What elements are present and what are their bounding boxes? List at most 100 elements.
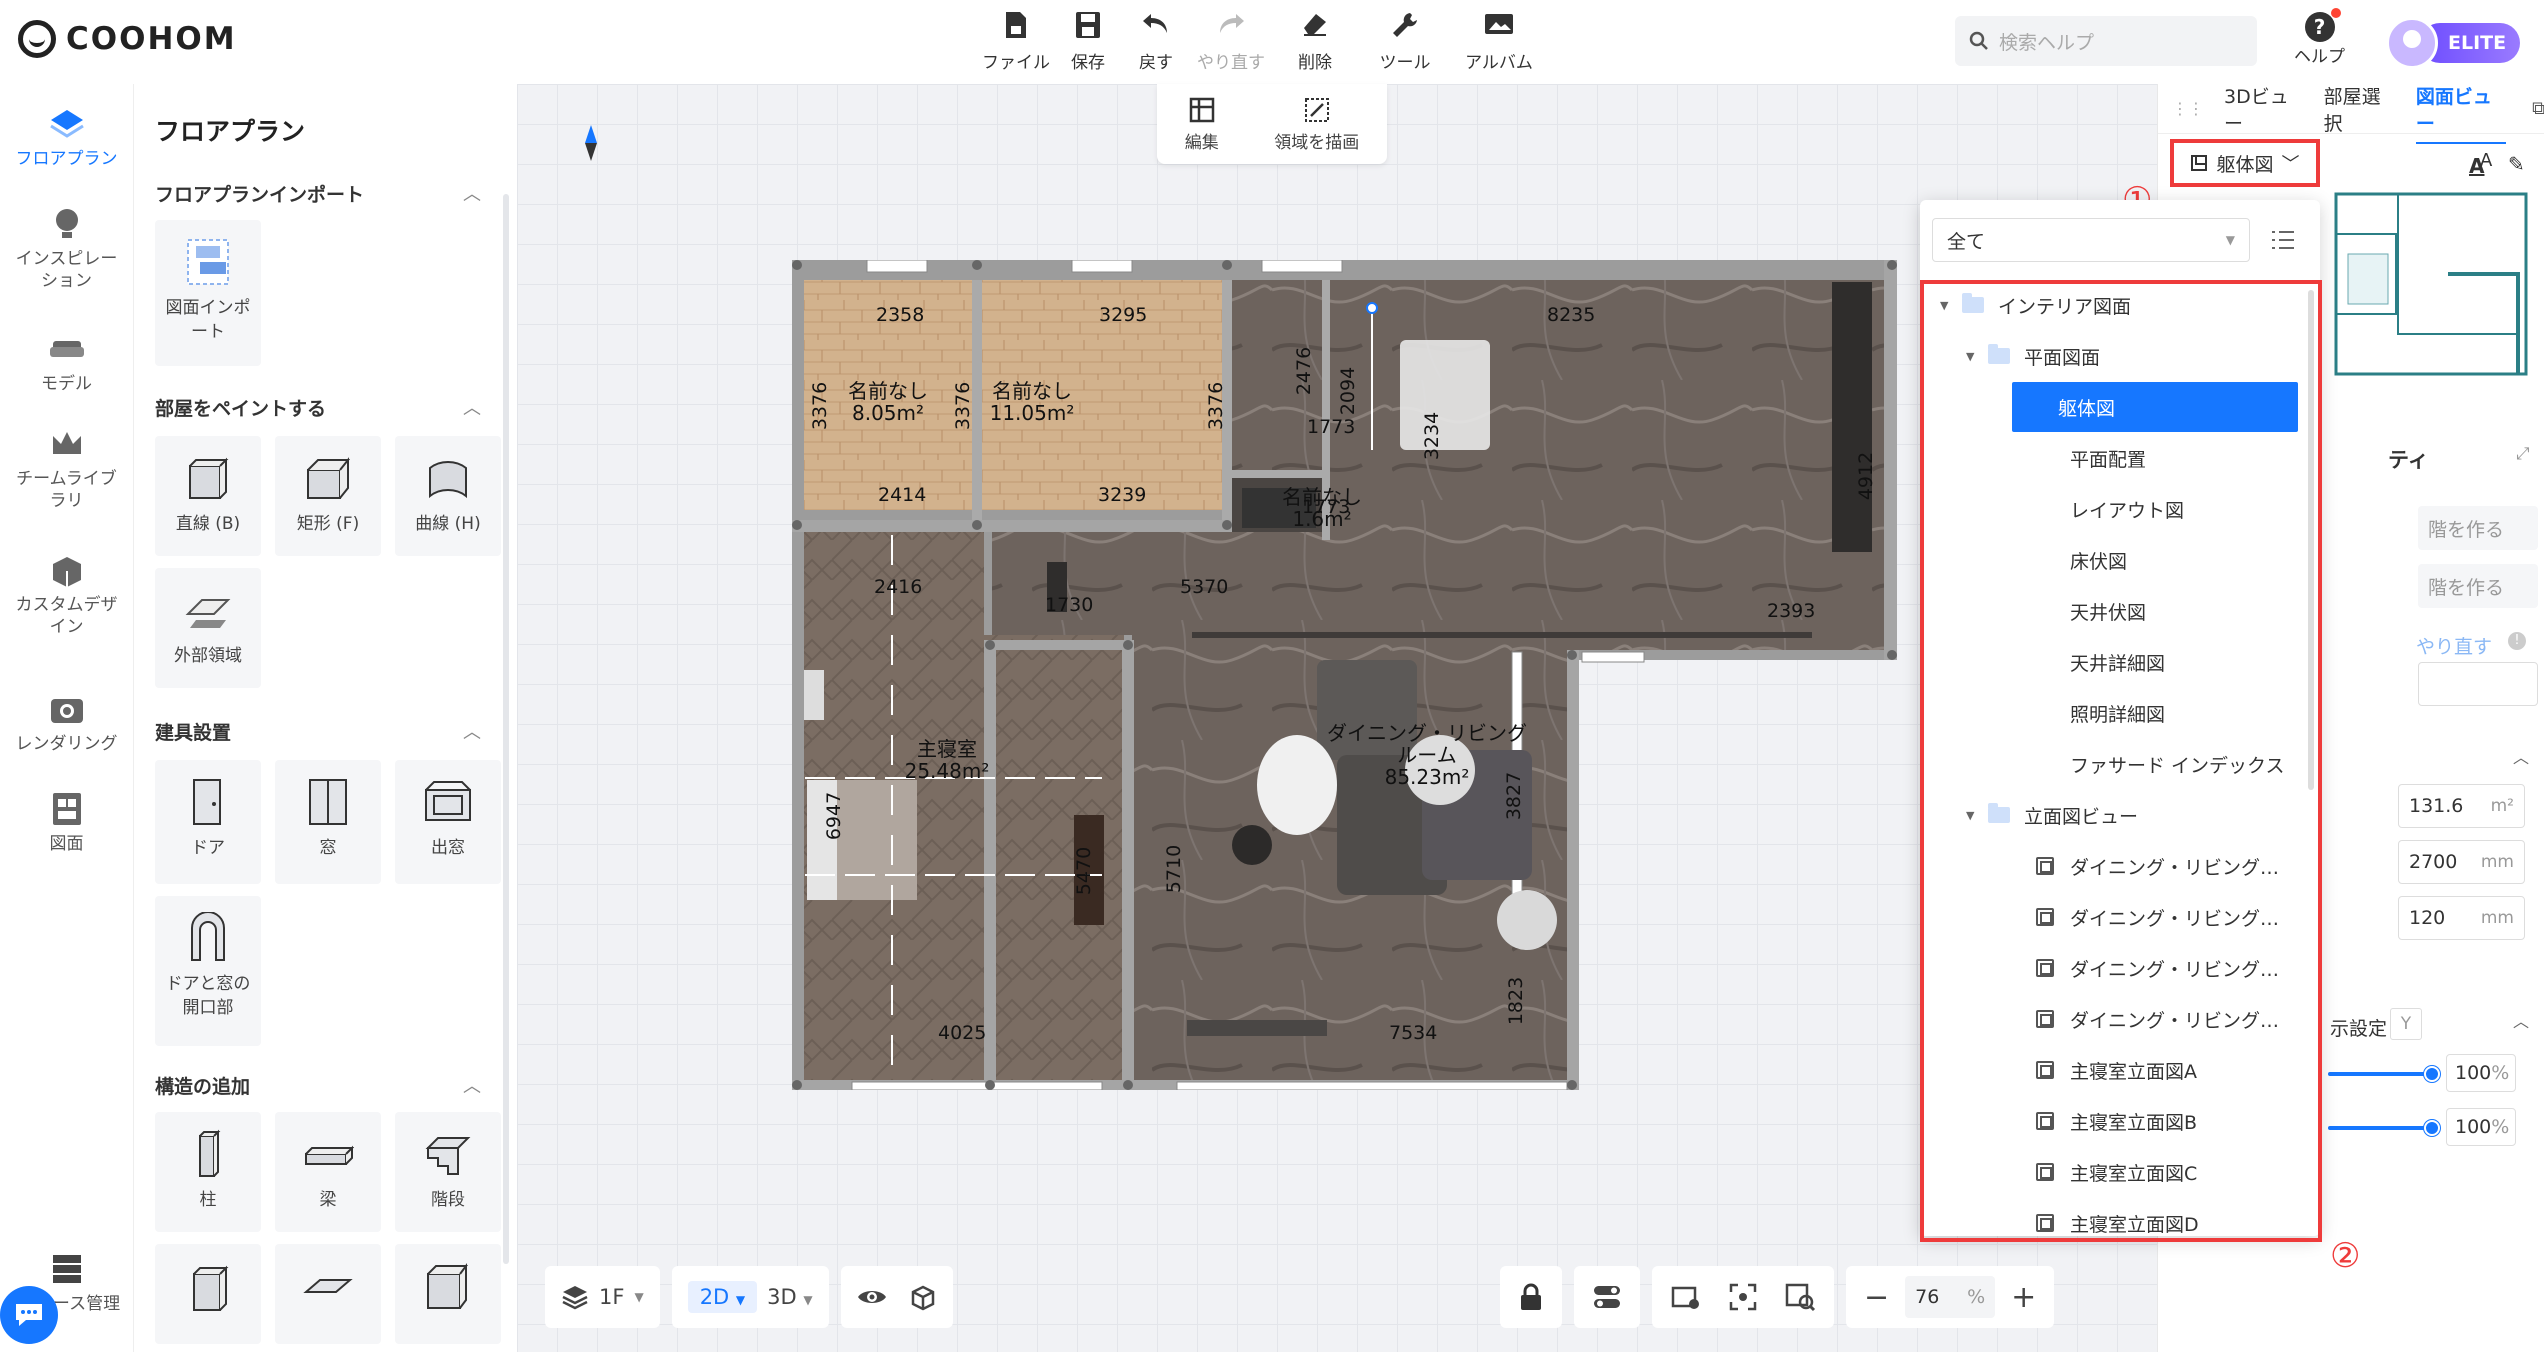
redo-link[interactable]: やり直す	[2416, 632, 2492, 659]
tree-item[interactable]: 躯体図	[2012, 382, 2298, 432]
create-floor-button-2[interactable]: 階を作る	[2418, 564, 2538, 608]
nav-custom-design[interactable]: カスタムデザイン	[0, 550, 133, 638]
opacity-slider-2[interactable]	[2328, 1126, 2428, 1130]
opening-tile[interactable]: ドアと窓の開口部	[155, 896, 261, 1046]
chevron-up-icon[interactable]: ︿	[2513, 744, 2529, 768]
chat-button[interactable]	[0, 1286, 58, 1344]
tree-item[interactable]: 床伏図	[2036, 535, 2127, 585]
room-label[interactable]: 名前なし 1.6m²	[1277, 486, 1367, 530]
avatar[interactable]	[2386, 17, 2438, 69]
window-tile[interactable]: 窓	[275, 760, 381, 884]
drawing-type-dropdown[interactable]: 躯体図 ﹀	[2170, 139, 2320, 187]
height-input[interactable]: 2700 mm	[2398, 840, 2525, 884]
zoom-input[interactable]: 76 %	[1905, 1276, 1996, 1318]
tab-drawing-view[interactable]: 図面ビュー	[2415, 82, 2507, 145]
tree-item[interactable]: 天井伏図	[2036, 586, 2146, 636]
dropdown-scrollbar[interactable]	[2308, 290, 2314, 790]
beam-tile[interactable]: 梁	[275, 1112, 381, 1232]
tree-item[interactable]: 主寝室立面図A	[2036, 1045, 2197, 1095]
tree-item[interactable]: ダイニング・リビング…	[2036, 943, 2279, 993]
chevron-up-icon[interactable]: ︿	[463, 394, 481, 420]
caret-down-icon[interactable]: ▼	[1966, 350, 1988, 363]
floor-plan[interactable]: 2358 3295 8235 2414 3239 2416 1730 5370 …	[792, 259, 1900, 1095]
tree-item[interactable]: 主寝室立面図C	[2036, 1147, 2197, 1197]
nav-team-library[interactable]: チームライブラリ	[0, 424, 133, 512]
edit-note-icon[interactable]: ✎	[2508, 152, 2525, 176]
floor-selector[interactable]: 1F ▼	[545, 1266, 660, 1328]
chevron-up-icon[interactable]: ︿	[463, 180, 481, 206]
create-floor-button-1[interactable]: 階を作る	[2418, 506, 2538, 550]
wall-block-tile[interactable]	[155, 1244, 261, 1344]
room-label[interactable]: 主寝室 25.48m²	[867, 738, 1027, 782]
search-input[interactable]: 検索ヘルプ	[1955, 16, 2257, 66]
nav-inspiration[interactable]: インスピレーション	[0, 204, 133, 292]
area-input[interactable]: 131.6 m²	[2398, 784, 2525, 828]
album-button[interactable]: アルバム	[1454, 10, 1544, 73]
tree-item[interactable]: 主寝室立面図D	[2036, 1198, 2199, 1240]
user-menu[interactable]: ELITE	[2386, 17, 2521, 69]
room-label[interactable]: ダイニング・リビング ルーム 85.23m²	[1312, 722, 1542, 788]
filter-select[interactable]: 全て ▼	[1932, 218, 2250, 262]
redo-button[interactable]: やり直す	[1192, 10, 1270, 73]
chevron-up-icon[interactable]: ︿	[463, 718, 481, 744]
save-button[interactable]: 保存	[1056, 10, 1120, 73]
lock-icon[interactable]	[1518, 1282, 1544, 1312]
drag-handle-icon[interactable]: ⋮⋮	[2172, 99, 2204, 118]
tree-item[interactable]: 天井詳細図	[2036, 637, 2165, 687]
import-tile[interactable]: 図面インポート	[155, 220, 261, 366]
tree-item[interactable]: 照明詳細図	[2036, 688, 2165, 738]
pct-input-2[interactable]: 100%	[2446, 1108, 2516, 1146]
tools-button[interactable]: ツール	[1360, 10, 1450, 73]
eye-icon[interactable]	[857, 1286, 887, 1308]
view-settings-icon[interactable]	[1670, 1282, 1702, 1312]
zoom-out-button[interactable]: −	[1864, 1280, 1889, 1315]
popout-icon[interactable]: ⧉	[2532, 98, 2544, 119]
tree-item[interactable]: ダイニング・リビング…	[2036, 994, 2279, 1044]
slab-tile[interactable]	[275, 1244, 381, 1344]
stairs-tile[interactable]: 階段	[395, 1112, 501, 1232]
tab-room-select[interactable]: 部屋選択	[2324, 82, 2396, 136]
panel-scrollbar[interactable]	[503, 194, 509, 1264]
thickness-input[interactable]: 120 mm	[2398, 896, 2525, 940]
zoom-region-icon[interactable]	[1784, 1282, 1816, 1312]
name-input[interactable]	[2418, 662, 2538, 706]
help-button[interactable]: ? ヘルプ	[2294, 8, 2345, 67]
file-button[interactable]: ファイル	[980, 10, 1052, 73]
fit-screen-icon[interactable]	[1728, 1282, 1758, 1312]
niche-tile[interactable]	[395, 1244, 501, 1344]
draw-area-button[interactable]: 領域を描画	[1274, 96, 1359, 153]
tree-folder[interactable]: ▼ 立面図ビュー	[1966, 790, 2138, 840]
caret-down-icon[interactable]: ▼	[1940, 299, 1962, 312]
caret-down-icon[interactable]: ▼	[1966, 809, 1988, 822]
pct-input-1[interactable]: 100%	[2446, 1054, 2516, 1092]
column-tile[interactable]: 柱	[155, 1112, 261, 1232]
outdoor-area-tile[interactable]: 外部領域	[155, 568, 261, 688]
zoom-in-button[interactable]: +	[2011, 1280, 2036, 1315]
slider-knob[interactable]	[2424, 1066, 2440, 1082]
box-view-icon[interactable]	[909, 1283, 937, 1311]
tree-item[interactable]: レイアウト図	[2036, 484, 2184, 534]
tree-item[interactable]: ダイニング・リビング…	[2036, 841, 2279, 891]
chevron-up-icon[interactable]: ︿	[2513, 1008, 2529, 1032]
nav-floorplan[interactable]: フロアプラン	[0, 104, 133, 170]
nav-model[interactable]: モデル	[0, 329, 133, 395]
expand-icon[interactable]: ⤢	[2516, 444, 2530, 464]
slider-knob[interactable]	[2424, 1120, 2440, 1136]
line-room-tile[interactable]: 直線 (B)	[155, 436, 261, 556]
tree-item[interactable]: 平面配置	[2036, 433, 2146, 483]
room-label[interactable]: 名前なし 8.05m²	[838, 380, 938, 424]
curve-room-tile[interactable]: 曲線 (H)	[395, 436, 501, 556]
tree-folder[interactable]: ▼ インテリア図面	[1940, 280, 2131, 330]
undo-button[interactable]: 戻す	[1124, 10, 1188, 73]
delete-button[interactable]: 削除	[1274, 10, 1356, 73]
room-label[interactable]: 名前なし 11.05m²	[982, 380, 1082, 424]
nav-rendering[interactable]: レンダリング	[0, 689, 133, 755]
toggle-icon[interactable]	[1592, 1283, 1622, 1311]
chevron-up-icon[interactable]: ︿	[463, 1072, 481, 1098]
tree-item[interactable]: 主寝室立面図B	[2036, 1096, 2197, 1146]
opacity-slider-1[interactable]	[2328, 1072, 2428, 1076]
minimap[interactable]: A A ✎	[2328, 144, 2543, 444]
bay-window-tile[interactable]: 出窓	[395, 760, 501, 884]
list-view-icon[interactable]	[2270, 228, 2296, 252]
tree-item[interactable]: ファサード インデックス	[2036, 739, 2284, 789]
